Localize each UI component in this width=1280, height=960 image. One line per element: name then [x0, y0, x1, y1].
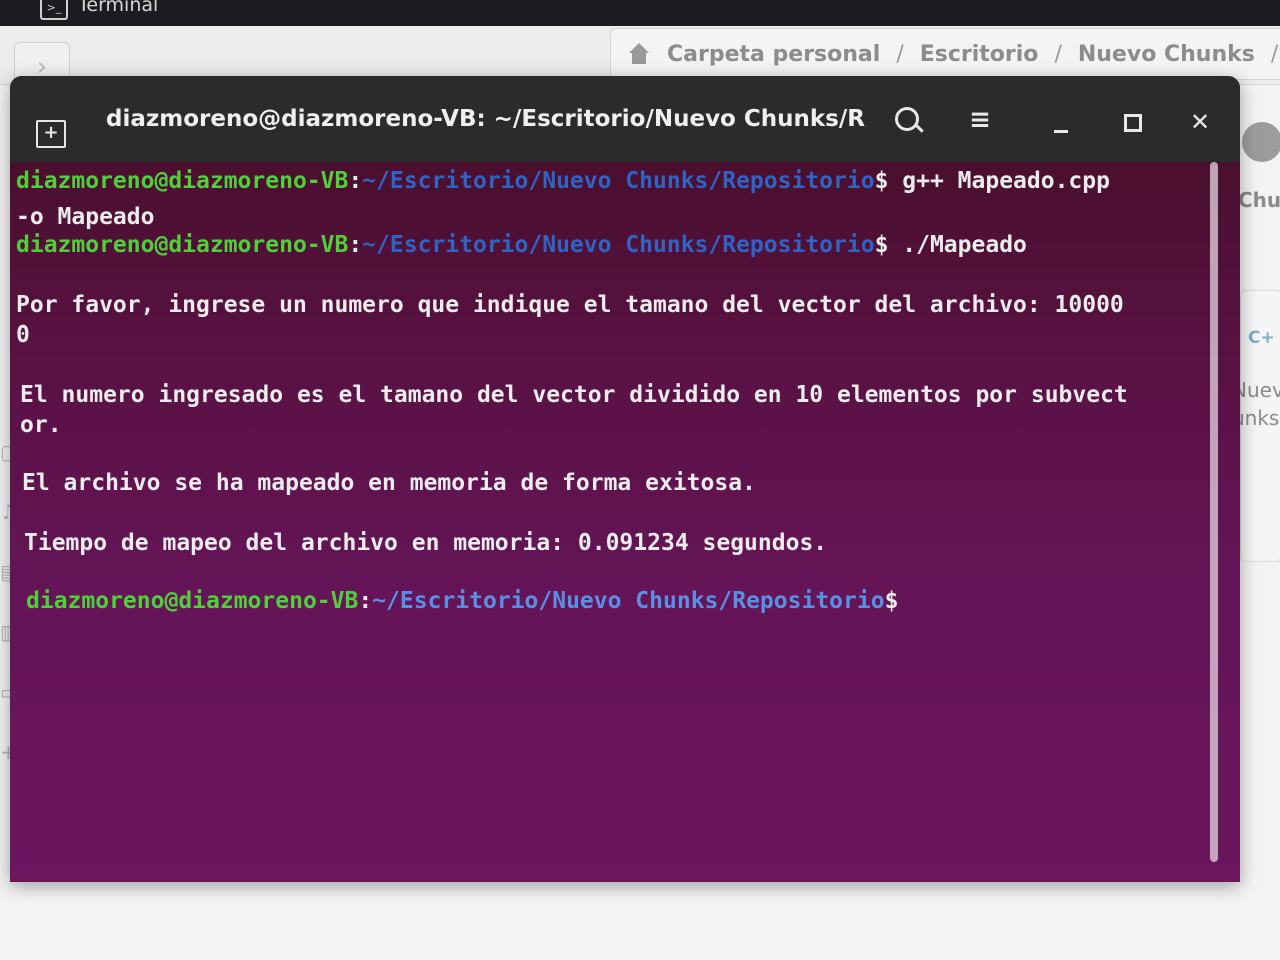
breadcrumb-item-nuevo-chunks[interactable]: Nuevo Chunks [1078, 42, 1255, 67]
prompt-path: ~/Escritorio/Nuevo Chunks/Repositorio [362, 168, 875, 194]
terminal-headerbar: + diazmoreno@diazmoreno-VB: ~/Escritorio… [10, 76, 1240, 162]
close-icon[interactable]: ✕ [1180, 102, 1220, 142]
prompt-user: diazmoreno@diazmoreno-VB [26, 588, 359, 614]
prompt-line: diazmoreno@diazmoreno-VB:~/Escritorio/Nu… [26, 586, 898, 616]
maximize-icon[interactable] [1112, 102, 1152, 142]
command-text: ./Mapeado [888, 232, 1027, 258]
command-continuation: -o Mapeado [16, 204, 155, 230]
breadcrumb-item-home[interactable]: Carpeta personal [667, 42, 880, 67]
prompt-colon: : [348, 232, 363, 258]
minimize-icon[interactable] [1042, 102, 1082, 142]
app-menu-title[interactable]: Terminal [78, 0, 158, 16]
breadcrumb: Carpeta personal / Escritorio / Nuevo Ch… [610, 28, 1280, 80]
new-tab-button[interactable]: + [36, 120, 66, 148]
prompt-line: diazmoreno@diazmoreno-VB:~/Escritorio/Nu… [16, 230, 1027, 260]
terminal-window: + diazmoreno@diazmoreno-VB: ~/Escritorio… [10, 76, 1240, 882]
breadcrumb-separator: / [1054, 41, 1062, 67]
prompt-dollar: $ [874, 168, 889, 194]
hamburger-menu-icon[interactable]: ≡ [960, 102, 1000, 142]
terminal-icon: >_ [40, 0, 68, 20]
output-line: El archivo se ha mapeado en memoria de f… [22, 470, 756, 496]
search-icon[interactable] [886, 102, 926, 142]
prompt-path: ~/Escritorio/Nuevo Chunks/Repositorio [362, 232, 875, 258]
breadcrumb-item-escritorio[interactable]: Escritorio [920, 42, 1039, 67]
breadcrumb-separator: / [896, 41, 904, 67]
prompt-colon: : [358, 588, 373, 614]
output-line: El numero ingresado es el tamano del vec… [20, 382, 1128, 408]
cpp-file-icon[interactable]: C+ [1248, 328, 1275, 348]
plus-icon: + [43, 122, 59, 143]
command-text: g++ Mapeado.cpp [888, 168, 1110, 194]
folder-icon[interactable] [1242, 122, 1280, 162]
prompt-dollar: $ [884, 588, 899, 614]
output-line: or. [20, 412, 62, 438]
prompt-user: diazmoreno@diazmoreno-VB [16, 232, 349, 258]
scrollbar[interactable] [1210, 162, 1218, 862]
terminal-output[interactable]: diazmoreno@diazmoreno-VB:~/Escritorio/Nu… [10, 162, 1240, 882]
prompt-dollar: $ [874, 232, 889, 258]
file-item-label[interactable]: Chun [1238, 188, 1280, 212]
home-icon[interactable] [627, 43, 651, 65]
output-line: Por favor, ingrese un numero que indique… [16, 292, 1124, 318]
output-line: 0 [16, 322, 30, 348]
prompt-user: diazmoreno@diazmoreno-VB [16, 168, 349, 194]
window-title: diazmoreno@diazmoreno-VB: ~/Escritorio/N… [106, 106, 866, 132]
breadcrumb-separator: / [1270, 41, 1279, 67]
output-line: Tiempo de mapeo del archivo en memoria: … [24, 530, 828, 556]
prompt-colon: : [348, 168, 363, 194]
top-bar: >_ Terminal [0, 0, 1280, 26]
prompt-line: diazmoreno@diazmoreno-VB:~/Escritorio/Nu… [16, 166, 1110, 196]
prompt-path: ~/Escritorio/Nuevo Chunks/Repositorio [372, 588, 885, 614]
